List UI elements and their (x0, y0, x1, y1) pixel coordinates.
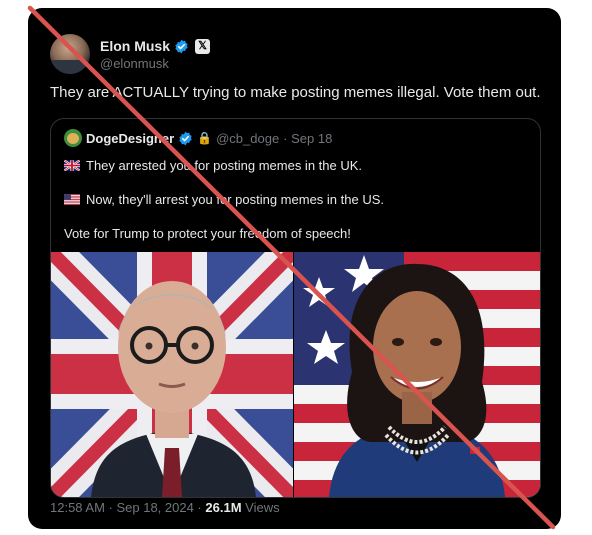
affiliate-badge-icon: 🔒 (197, 131, 213, 145)
quote-line-1-text: They arrested you for posting memes in t… (86, 158, 363, 173)
quote-date[interactable]: · Sep 18 (283, 131, 332, 146)
tweet-footer: 12:58 AM · Sep 18, 2024 · 26.1M Views (50, 500, 280, 515)
quote-line-3: Vote for Trump to protect your freedom o… (64, 226, 351, 241)
quote-line-1: They arrested you for posting memes in t… (64, 158, 362, 173)
quote-author-handle[interactable]: @cb_doge (216, 131, 279, 146)
quote-image-right[interactable] (294, 252, 540, 497)
verified-icon (179, 131, 192, 145)
quoted-tweet[interactable]: DogeDesigner 🔒 @cb_doge · Sep 18 They ar… (50, 118, 541, 498)
verified-icon (175, 39, 188, 53)
author-avatar[interactable] (50, 34, 90, 74)
author-name[interactable]: Elon Musk (100, 38, 170, 54)
quote-author-avatar[interactable] (64, 129, 82, 147)
us-flag-icon (64, 194, 80, 205)
x-logo-icon: 𝕏 (195, 38, 211, 54)
views-count[interactable]: 26.1M (205, 500, 241, 515)
quote-image-left[interactable] (51, 252, 293, 497)
uk-flag-icon (64, 160, 80, 171)
tweet-card[interactable]: Elon Musk 𝕏 @elonmusk They are ACTUALLY … (28, 8, 561, 529)
quote-line-2-text: Now, they'll arrest you for posting meme… (86, 192, 384, 207)
tweet-timestamp[interactable]: 12:58 AM · Sep 18, 2024 · (50, 500, 205, 515)
author-handle[interactable]: @elonmusk (100, 56, 169, 71)
tweet-text: They are ACTUALLY trying to make posting… (50, 84, 541, 101)
views-label: Views (241, 500, 280, 515)
quote-author-name[interactable]: DogeDesigner (86, 131, 174, 146)
quote-line-3-text: Vote for Trump to protect your freedom o… (64, 226, 351, 241)
quote-line-2: Now, they'll arrest you for posting meme… (64, 192, 384, 207)
